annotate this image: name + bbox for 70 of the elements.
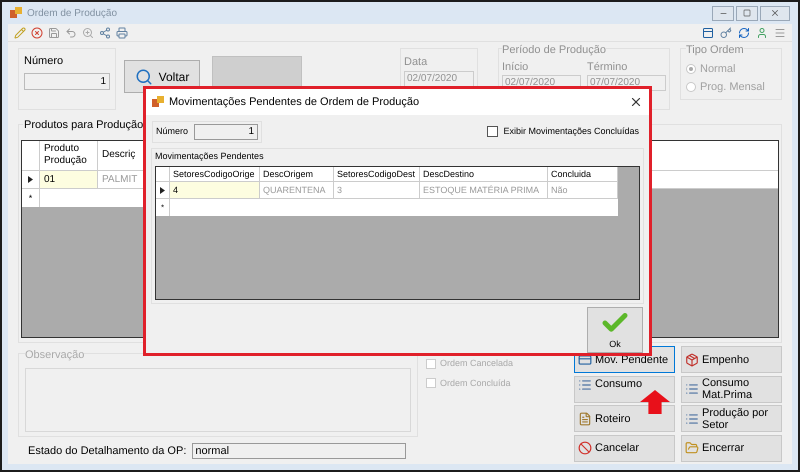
key-icon[interactable] [720,26,732,38]
produtos-title: Produtos para Produção [23,117,144,134]
observacao-field[interactable] [25,368,411,432]
app-icon [152,96,164,108]
dialog-numero-label: Número [156,124,188,138]
maximize-icon[interactable] [743,9,751,17]
save-icon[interactable] [48,26,60,38]
tipo-ordem-title: Tipo Ordem [686,42,744,58]
printer-icon[interactable] [116,26,128,38]
checkbox[interactable] [487,126,498,138]
arrow-icon [638,390,672,414]
numero-field[interactable]: 1 [24,72,110,90]
periodo-title: Período de Produção [502,42,606,58]
data-label: Data [404,55,428,70]
column-header[interactable]: SetoresCodigoDest [334,167,420,182]
radio-label: Prog. Mensal [700,80,765,95]
inicio-label: Início [502,60,530,74]
magnifier-icon [134,68,153,86]
action-button[interactable]: Consumo Mat.Prima [681,376,782,402]
dialog-title: Movimentações Pendentes de Ordem de Produção [169,94,420,110]
table-cell: 01 [40,170,98,188]
window-title: Ordem de Produção [27,6,118,20]
action-button[interactable]: Consumo [574,376,675,402]
checkbox-label: Ordem Concluída [440,376,511,390]
radio-label: Normal [700,62,736,76]
close-icon[interactable] [770,8,780,18]
checkbox-label: Ordem Cancelada [440,357,514,370]
action-button[interactable]: Produção por Setor [681,405,782,432]
window-icon[interactable] [702,26,714,38]
table-cell: ESTOQUE MATÉRIA PRIMA [420,182,548,198]
action-button[interactable]: Cancelar [574,434,675,462]
package-icon [685,352,699,366]
column-header[interactable]: Produto Produção [40,140,98,170]
list-icon [685,412,699,426]
document-icon [578,412,592,426]
table-cell: 4 [170,182,260,198]
network-icon[interactable] [99,26,111,38]
observacao-title: Observação [25,347,84,364]
estado-field[interactable]: normal [192,443,406,460]
termino-label: Término [587,60,628,74]
undo-icon[interactable] [65,26,77,38]
app-icon [10,7,22,19]
column-header[interactable]: DescDestino [420,167,548,182]
column-header[interactable]: Concluida [548,167,618,182]
column-header[interactable]: DescOrigem [260,167,334,182]
action-button[interactable]: Empenho [681,346,782,373]
folder-icon [685,441,699,455]
edit-icon[interactable] [14,26,26,38]
table-cell: 3 [334,182,420,198]
table-cell: Não [548,182,618,198]
radio-button[interactable] [686,64,696,74]
dialog-numero-field[interactable]: 1 [194,124,258,140]
action-button[interactable]: Roteiro [574,405,675,432]
user-icon[interactable] [756,26,768,38]
numero-label: Número [24,54,64,69]
list-icon [578,378,592,392]
cancel-icon[interactable] [31,26,43,38]
stop-icon [578,441,592,455]
checkbox-label: Exibir Movimentações Concluídas [503,124,639,138]
table-cell: QUARENTENA [260,182,334,198]
estado-label: Estado do Detalhamento da OP: [28,444,186,459]
menu-icon[interactable] [774,26,786,38]
zoom-icon[interactable] [82,26,94,38]
action-button[interactable]: Encerrar [681,434,782,462]
column-header[interactable]: SetoresCodigoOrige [170,167,260,182]
group-title: Movimentações Pendentes [155,150,265,163]
radio-button[interactable] [686,82,696,92]
refresh-icon[interactable] [738,26,750,38]
ok-button[interactable]: Ok [587,307,643,353]
list-icon [685,382,699,396]
